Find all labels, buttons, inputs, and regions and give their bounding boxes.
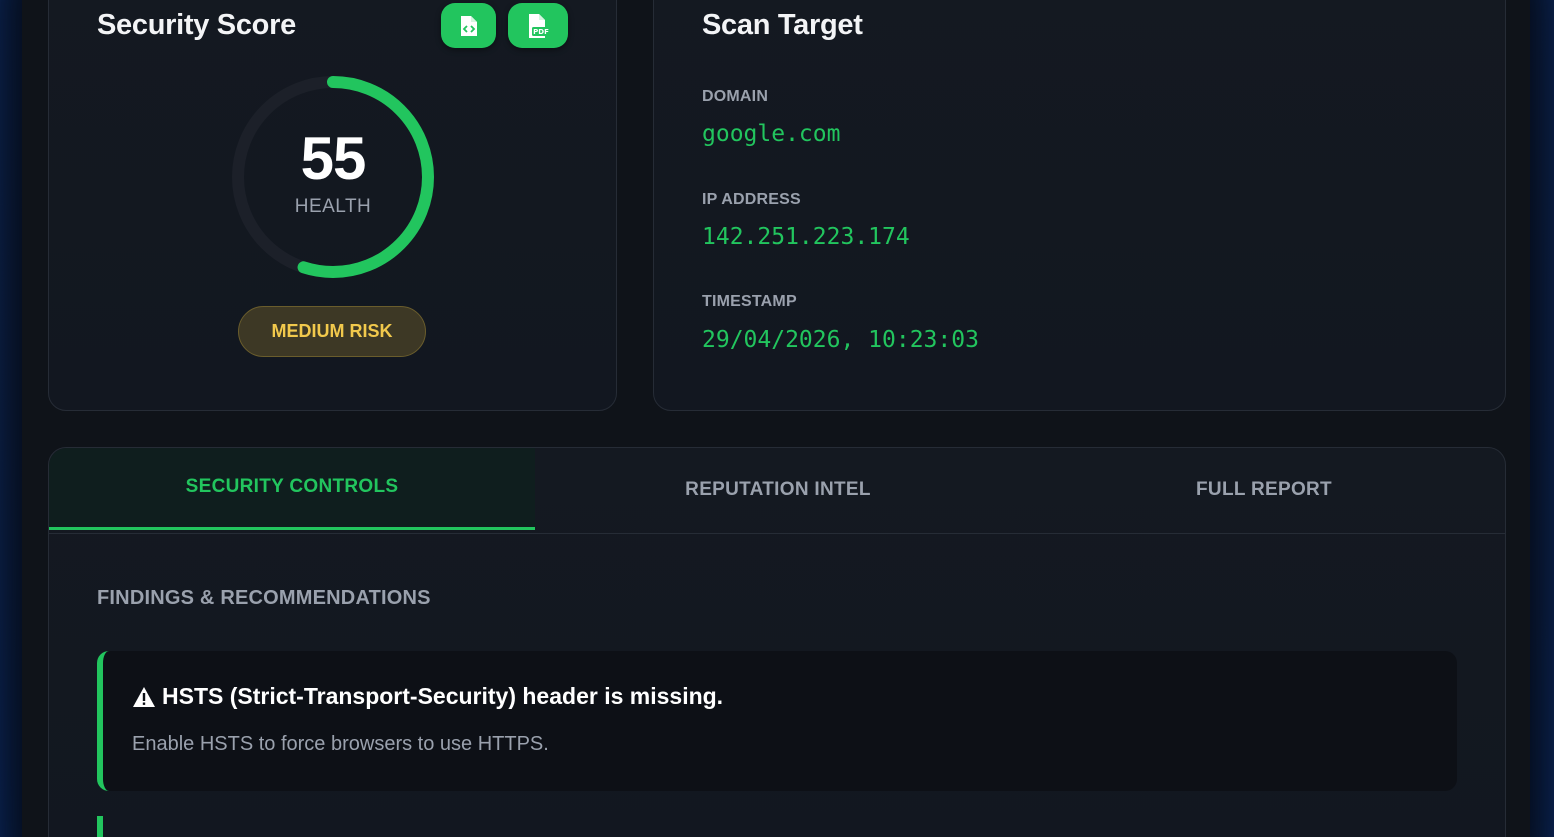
code-file-icon: [460, 15, 477, 36]
domain-label: DOMAIN: [702, 88, 769, 105]
findings-heading: FINDINGS & RECOMMENDATIONS: [97, 587, 431, 609]
pdf-file-icon: PDF: [529, 13, 550, 38]
domain-value: google.com: [702, 121, 841, 147]
warning-icon: [133, 686, 155, 707]
timestamp-value: 29/04/2026, 10:23:03: [702, 327, 979, 353]
finding-recommendation: Enable HSTS to force browsers to use HTT…: [132, 733, 549, 755]
results-tabs: SECURITY CONTROLS REPUTATION INTEL FULL …: [49, 448, 1505, 534]
risk-level-badge: MEDIUM RISK: [238, 306, 426, 357]
export-pdf-button[interactable]: PDF: [508, 3, 568, 48]
finding-title: HSTS (Strict-Transport-Security) header …: [132, 683, 723, 710]
security-score-card: Security Score PDF 55 HEALTH MEDIUM RISK: [48, 0, 617, 411]
finding-title-text: HSTS (Strict-Transport-Security) header …: [162, 683, 724, 709]
finding-item-next: [97, 816, 103, 837]
finding-item: HSTS (Strict-Transport-Security) header …: [97, 651, 1457, 791]
scan-target-card: Scan Target DOMAIN google.com IP ADDRESS…: [653, 0, 1506, 411]
ip-address-label: IP ADDRESS: [702, 191, 801, 208]
security-score-title: Security Score: [97, 9, 296, 41]
export-code-button[interactable]: [441, 3, 496, 48]
results-panel: SECURITY CONTROLS REPUTATION INTEL FULL …: [48, 447, 1506, 837]
timestamp-label: TIMESTAMP: [702, 293, 797, 310]
health-gauge: 55 HEALTH: [228, 72, 438, 282]
scan-target-title: Scan Target: [702, 9, 863, 41]
tab-full-report[interactable]: FULL REPORT: [1021, 448, 1507, 532]
tab-reputation-intel[interactable]: REPUTATION INTEL: [535, 448, 1021, 532]
tab-security-controls[interactable]: SECURITY CONTROLS: [49, 448, 535, 530]
health-score-value: 55: [300, 125, 367, 192]
health-score-label: HEALTH: [294, 196, 372, 217]
ip-address-value: 142.251.223.174: [702, 224, 910, 250]
svg-text:PDF: PDF: [533, 28, 549, 36]
